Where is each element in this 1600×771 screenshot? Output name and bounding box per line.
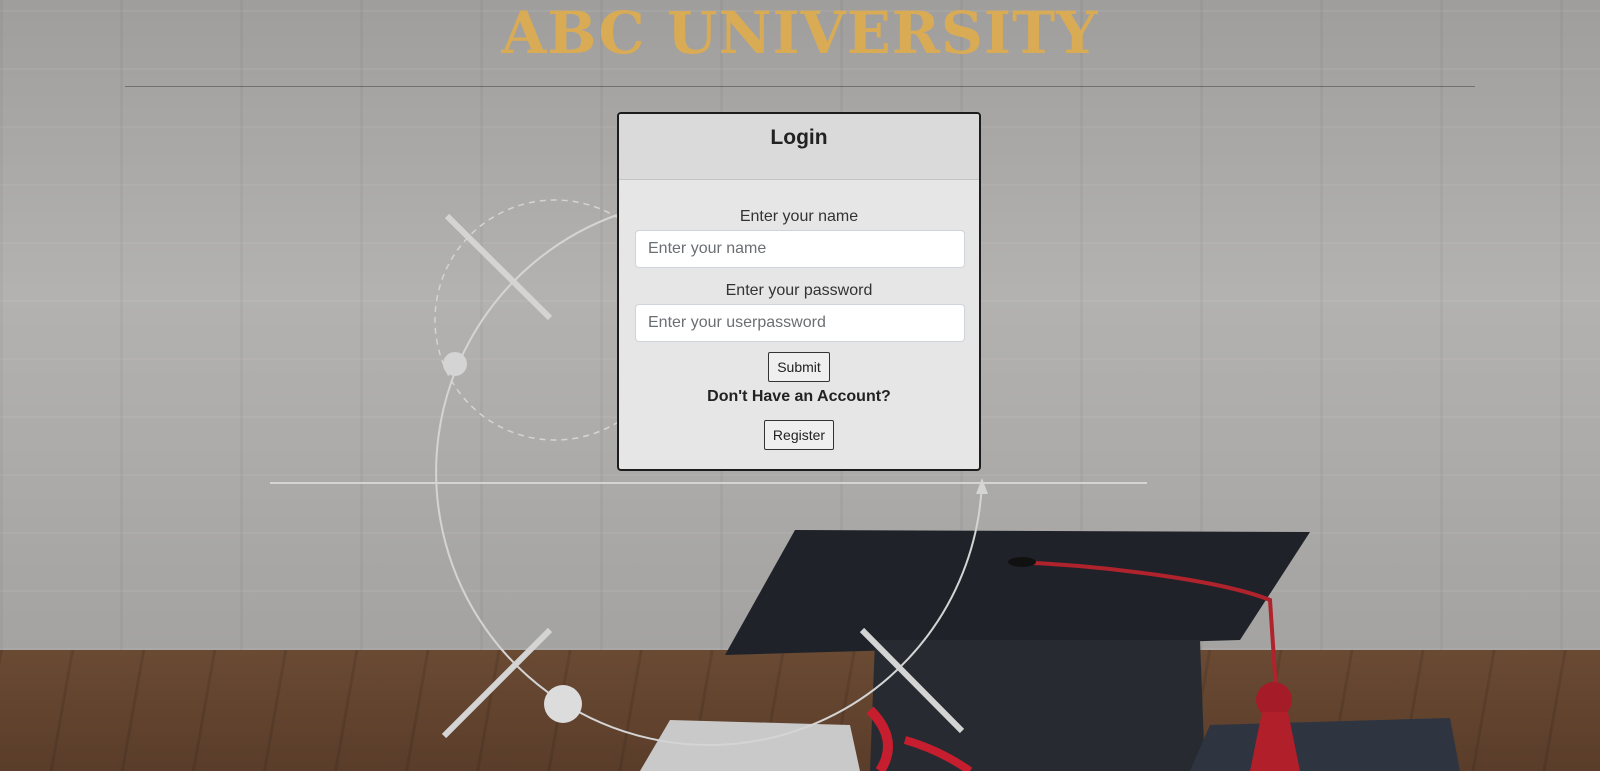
login-card: Login Enter your name Enter your passwor… [617, 112, 981, 471]
dot-icon [443, 352, 467, 376]
name-input[interactable] [635, 230, 965, 268]
login-card-header: Login [619, 114, 979, 180]
dot-icon [544, 685, 582, 723]
arrowhead-icon [976, 478, 988, 494]
submit-row: Submit [635, 352, 963, 382]
password-label: Enter your password [725, 282, 873, 299]
login-card-body: Enter your name Enter your password Subm… [619, 180, 979, 450]
submit-button[interactable]: Submit [768, 352, 830, 382]
password-input[interactable] [635, 304, 965, 342]
title-divider [125, 86, 1475, 87]
page-title: ABC UNIVERSITY [501, 0, 1099, 67]
register-button[interactable]: Register [763, 420, 835, 450]
no-account-prompt: Don't Have an Account? [707, 388, 891, 405]
name-label: Enter your name [739, 208, 859, 225]
login-title: Login [770, 126, 828, 149]
